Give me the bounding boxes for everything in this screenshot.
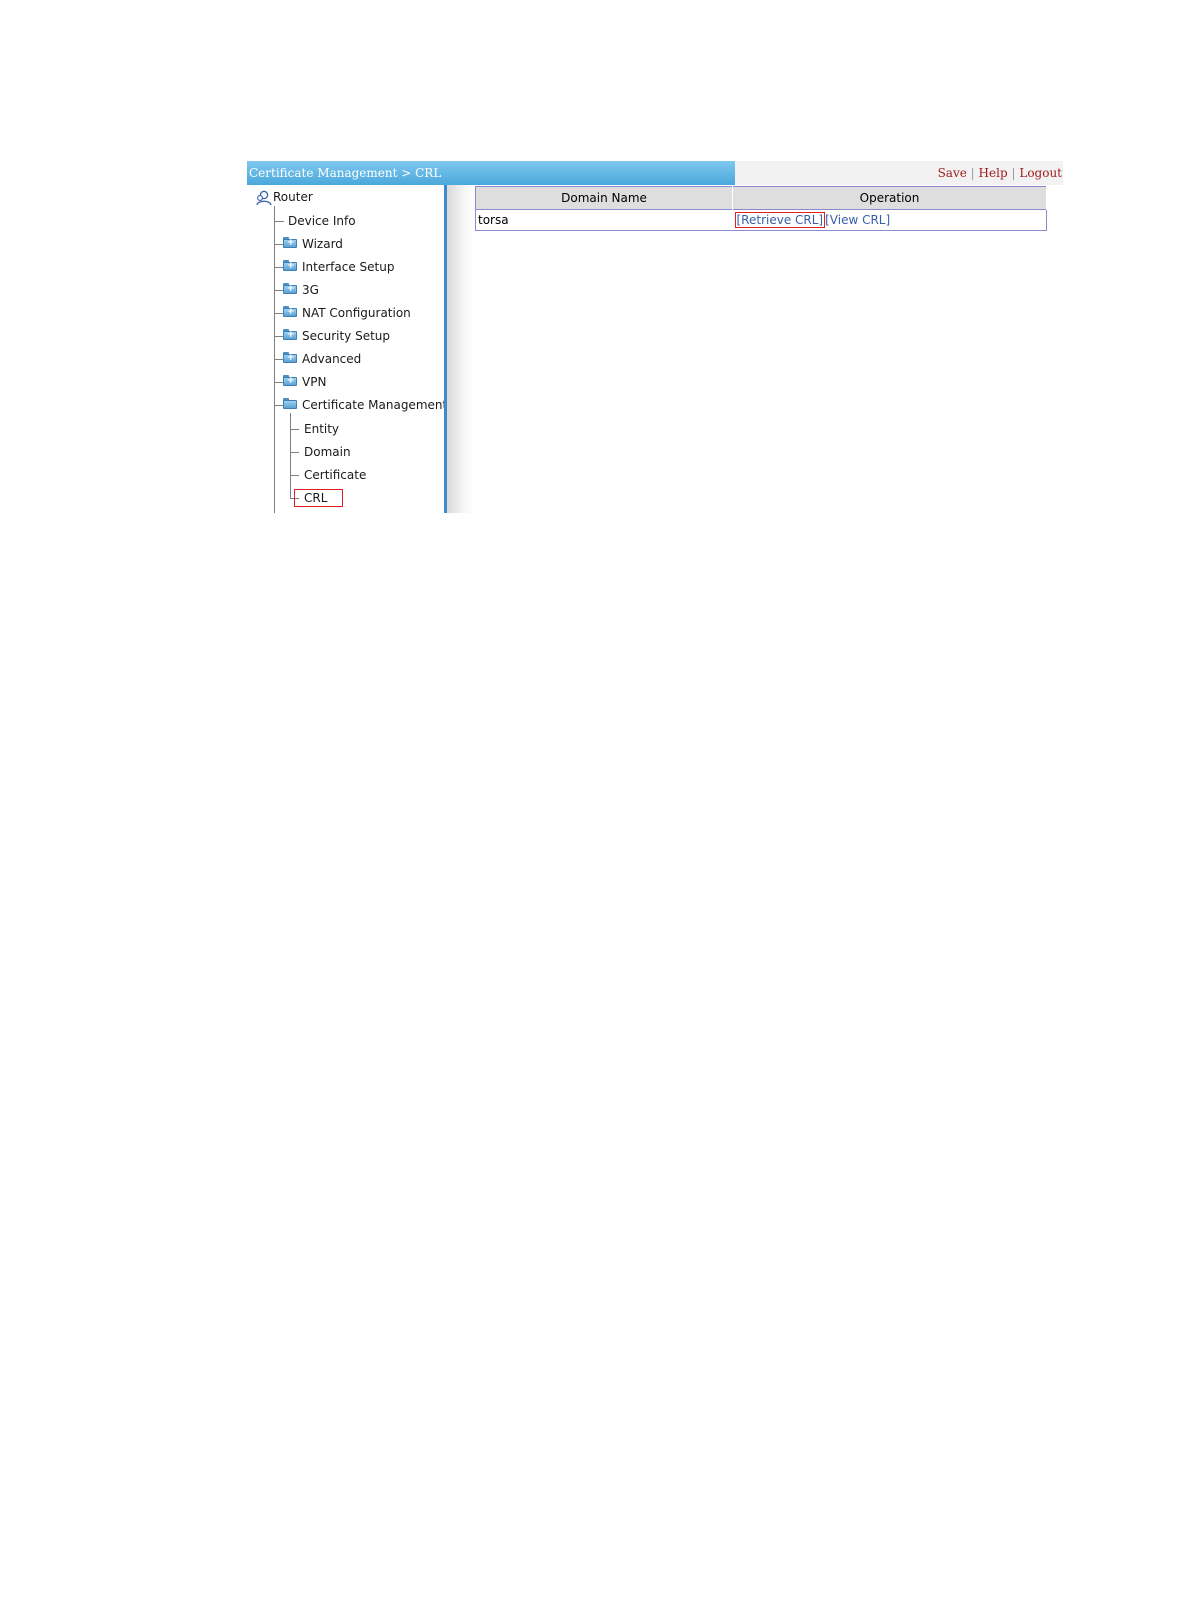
sidebar-item-3g[interactable]: 3G (302, 283, 319, 297)
view-crl-link[interactable]: [View CRL] (825, 213, 890, 227)
table-header-row: Domain Name Operation (475, 186, 1047, 210)
sidebar-shadow (447, 185, 473, 513)
tree-line (274, 405, 283, 406)
sidebar-item-advanced[interactable]: Advanced (302, 352, 361, 366)
operation-cell: [Retrieve CRL] [View CRL] (732, 209, 1047, 231)
sidebar-subitem-crl[interactable]: CRL (304, 491, 327, 505)
tree-root-router[interactable]: Router (273, 190, 313, 204)
sidebar-item-vpn[interactable]: VPN (302, 375, 326, 389)
table-row: torsa [Retrieve CRL] [View CRL] (475, 209, 1047, 231)
folder-icon: + (283, 283, 297, 294)
sidebar-subitem-domain[interactable]: Domain (304, 445, 351, 459)
separator: | (970, 166, 975, 180)
tree-line (290, 475, 299, 476)
sidebar-subitem-entity[interactable]: Entity (304, 422, 339, 436)
folder-icon: + (283, 306, 297, 317)
screenshot-frame: Certificate Management > CRL Save | Help… (247, 161, 1063, 513)
navigation-tree: Router Device Info + Wizard + Interface … (247, 185, 447, 513)
retrieve-crl-link[interactable]: [Retrieve CRL] (734, 212, 826, 228)
folder-icon: + (283, 375, 297, 386)
breadcrumb: Certificate Management > CRL (249, 166, 442, 180)
separator: | (1011, 166, 1016, 180)
sidebar-item-wizard[interactable]: Wizard (302, 237, 343, 251)
sidebar-item-device-info[interactable]: Device Info (288, 214, 356, 228)
logout-link[interactable]: Logout (1019, 166, 1062, 180)
help-link[interactable]: Help (979, 166, 1008, 180)
breadcrumb-bar: Certificate Management > CRL (247, 161, 735, 185)
tree-line (274, 336, 283, 337)
crl-table: Domain Name Operation torsa [Retrieve CR… (475, 186, 1047, 231)
sidebar-item-security-setup[interactable]: Security Setup (302, 329, 390, 343)
tree-line (274, 244, 283, 245)
folder-icon: + (283, 329, 297, 340)
tree-line (274, 313, 283, 314)
domain-name-cell: torsa (475, 209, 733, 231)
column-header-operation: Operation (732, 186, 1047, 210)
save-link[interactable]: Save (938, 166, 967, 180)
folder-icon: + (283, 352, 297, 363)
top-links: Save | Help | Logout (938, 166, 1062, 180)
folder-icon: + (283, 237, 297, 248)
router-users-icon (256, 190, 272, 206)
top-links-bar: Save | Help | Logout (735, 161, 1063, 185)
tree-line (290, 429, 299, 430)
tree-line (274, 382, 283, 383)
sidebar-item-nat-configuration[interactable]: NAT Configuration (302, 306, 411, 320)
tree-line (290, 452, 299, 453)
column-header-domain-name: Domain Name (475, 186, 733, 210)
open-folder-icon (283, 398, 297, 409)
tree-line (274, 267, 283, 268)
tree-line (274, 221, 284, 222)
tree-line (274, 290, 283, 291)
tree-line (274, 359, 283, 360)
top-bar: Certificate Management > CRL Save | Help… (247, 161, 1063, 185)
sidebar-subitem-certificate[interactable]: Certificate (304, 468, 366, 482)
tree-line (290, 413, 291, 499)
sidebar-item-interface-setup[interactable]: Interface Setup (302, 260, 394, 274)
sidebar-item-certificate-management[interactable]: Certificate Management (302, 398, 447, 412)
folder-icon: + (283, 260, 297, 271)
